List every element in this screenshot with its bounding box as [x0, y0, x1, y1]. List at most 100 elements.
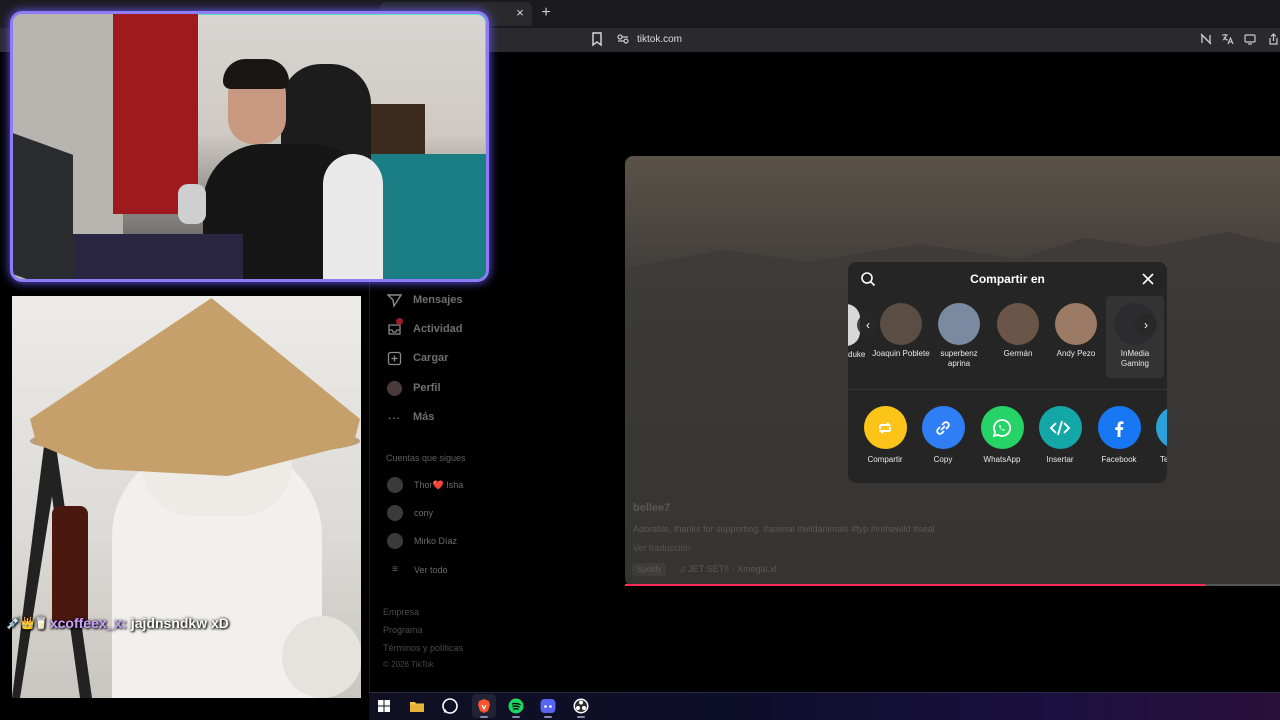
share-option-label: Facebook: [1101, 455, 1137, 464]
sidebar-item-label: Actividad: [413, 323, 463, 335]
sidebar-item-cargar[interactable]: Cargar: [385, 348, 448, 368]
video-progress-bar[interactable]: [625, 584, 1205, 586]
avatar: [387, 505, 403, 521]
share-friend[interactable]: Andy Pezo: [1047, 303, 1105, 359]
friend-name: InMedia Gaming: [1120, 349, 1150, 368]
music-title: JET SET!! - Xmegal.xl: [688, 564, 777, 574]
friend-name: Germán: [1003, 349, 1033, 358]
footer-link-programa[interactable]: Programa: [383, 625, 423, 635]
share-icon[interactable]: [1266, 32, 1280, 46]
link-icon: [921, 406, 965, 449]
see-translation-link[interactable]: Ver traducción: [633, 543, 691, 553]
windows-start-icon[interactable]: [375, 697, 393, 715]
webcam-person-hair: [223, 59, 289, 89]
share-option-whatsapp[interactable]: WhatsApp: [973, 406, 1031, 464]
share-option-telegram[interactable]: Te: [1148, 406, 1167, 464]
avatar: [387, 477, 403, 493]
share-friend-selected[interactable]: InMedia Gaming: [1106, 296, 1164, 378]
close-tab-button[interactable]: ×: [512, 5, 528, 21]
copyright: © 2026 TikTok: [383, 660, 434, 669]
taskbar-running-indicator: [512, 716, 520, 718]
share-option-label: Compartir: [867, 455, 903, 464]
video-author[interactable]: bellee7: [633, 502, 670, 514]
sidebar-item-actividad[interactable]: Actividad: [385, 318, 463, 339]
telegram-icon: [1155, 406, 1167, 449]
see-all-link[interactable]: ≡ Ver todo: [387, 562, 447, 578]
upload-icon: [385, 349, 403, 367]
discord-icon[interactable]: [539, 697, 557, 715]
share-option-insertar[interactable]: Insertar: [1031, 406, 1089, 464]
sidebar-item-label: Mensajes: [413, 294, 463, 306]
brave-icon[interactable]: [475, 697, 493, 715]
footer-link-terminos[interactable]: Términos y políticas: [383, 643, 463, 653]
share-option-label: WhatsApp: [983, 455, 1021, 464]
video-caption: Adorable, thanks for supporting. #animal…: [633, 524, 935, 534]
video-music[interactable]: ♫ JET SET!! - Xmegal.xl: [679, 564, 777, 574]
no-tracking-icon[interactable]: [1199, 32, 1213, 46]
obs-icon[interactable]: [572, 697, 590, 715]
chevron-right-icon[interactable]: ›: [1135, 314, 1157, 336]
friend-name: superbenz aprina: [940, 349, 978, 368]
webcam-monitor: [13, 133, 73, 279]
send-icon: [385, 291, 403, 309]
webcam-overlay: [10, 11, 489, 282]
chat-badges: 💉👑🥛: [6, 616, 49, 630]
friend-avatar: [938, 303, 980, 345]
repost-icon: [863, 406, 907, 449]
share-option-label: Insertar: [1046, 455, 1074, 464]
chat-message: 💉👑🥛 xcoffeex_x: jajdnsndkw xD: [6, 614, 229, 632]
sidebar-item-label: Perfil: [413, 382, 441, 394]
webcam-bed: [368, 154, 486, 279]
spotify-badge[interactable]: Spotify: [632, 563, 667, 576]
share-friend[interactable]: superbenz aprina: [930, 303, 988, 369]
conical-hat: [30, 298, 360, 476]
avatar: [387, 533, 403, 549]
share-option-label: Te: [1160, 455, 1167, 464]
share-option-compartir[interactable]: Compartir: [856, 406, 914, 464]
bookmark-icon[interactable]: [590, 31, 604, 47]
share-option-label: Copy: [933, 455, 953, 464]
video-progress-remaining: [1205, 584, 1280, 586]
windows-taskbar: [369, 692, 1280, 720]
account-name: Thor❤️ Isha: [414, 479, 464, 490]
account-name: Mirko Díaz: [414, 536, 458, 546]
share-friend[interactable]: Joaquin Poblete: [872, 303, 930, 359]
chat-username: xcoffeex_x:: [49, 615, 127, 631]
notification-dot: [396, 318, 403, 325]
share-option-copy[interactable]: Copy: [914, 406, 972, 464]
share-modal: Compartir en duke ‹ Joaquin Poblete supe…: [848, 262, 1167, 483]
cast-icon[interactable]: [1243, 32, 1257, 46]
webcam-desk: [73, 234, 243, 279]
new-tab-button[interactable]: +: [538, 4, 554, 22]
modal-divider: [848, 389, 1167, 390]
whatsapp-icon[interactable]: [441, 697, 459, 715]
bottle: [52, 506, 88, 626]
following-header: Cuentas que sigues: [386, 453, 466, 463]
following-account[interactable]: Thor❤️ Isha: [387, 477, 463, 493]
friend-avatar: [880, 303, 922, 345]
site-info-icon[interactable]: [616, 32, 630, 46]
translate-icon[interactable]: [1220, 32, 1234, 46]
friend-avatar: [1055, 303, 1097, 345]
close-icon[interactable]: [1140, 271, 1156, 287]
sidebar-item-perfil[interactable]: Perfil: [385, 378, 441, 398]
friend-name-partial: duke: [848, 350, 866, 359]
cat-video-overlay: [12, 296, 361, 698]
webcam-person-sleeve: [323, 154, 383, 279]
share-friend[interactable]: Germán: [989, 303, 1047, 359]
friend-name: Andy Pezo: [1056, 349, 1096, 358]
sidebar-item-mas[interactable]: ··· Más: [385, 407, 435, 427]
screen: × + tiktok.com Mensajes Actividad Cargar…: [0, 0, 1280, 720]
share-option-facebook[interactable]: Facebook: [1090, 406, 1148, 464]
address-bar-url[interactable]: tiktok.com: [637, 34, 682, 45]
sidebar-item-mensajes[interactable]: Mensajes: [385, 290, 463, 310]
list-icon: ≡: [392, 564, 398, 575]
following-account[interactable]: cony: [387, 505, 433, 521]
following-account[interactable]: Mirko Díaz: [387, 533, 457, 549]
music-note-icon: ♫: [679, 564, 689, 574]
spotify-icon[interactable]: [507, 697, 525, 715]
footer-link-empresa[interactable]: Empresa: [383, 607, 419, 617]
facebook-icon: [1097, 406, 1141, 449]
file-explorer-icon[interactable]: [408, 697, 426, 715]
more-icon: ···: [387, 409, 401, 425]
